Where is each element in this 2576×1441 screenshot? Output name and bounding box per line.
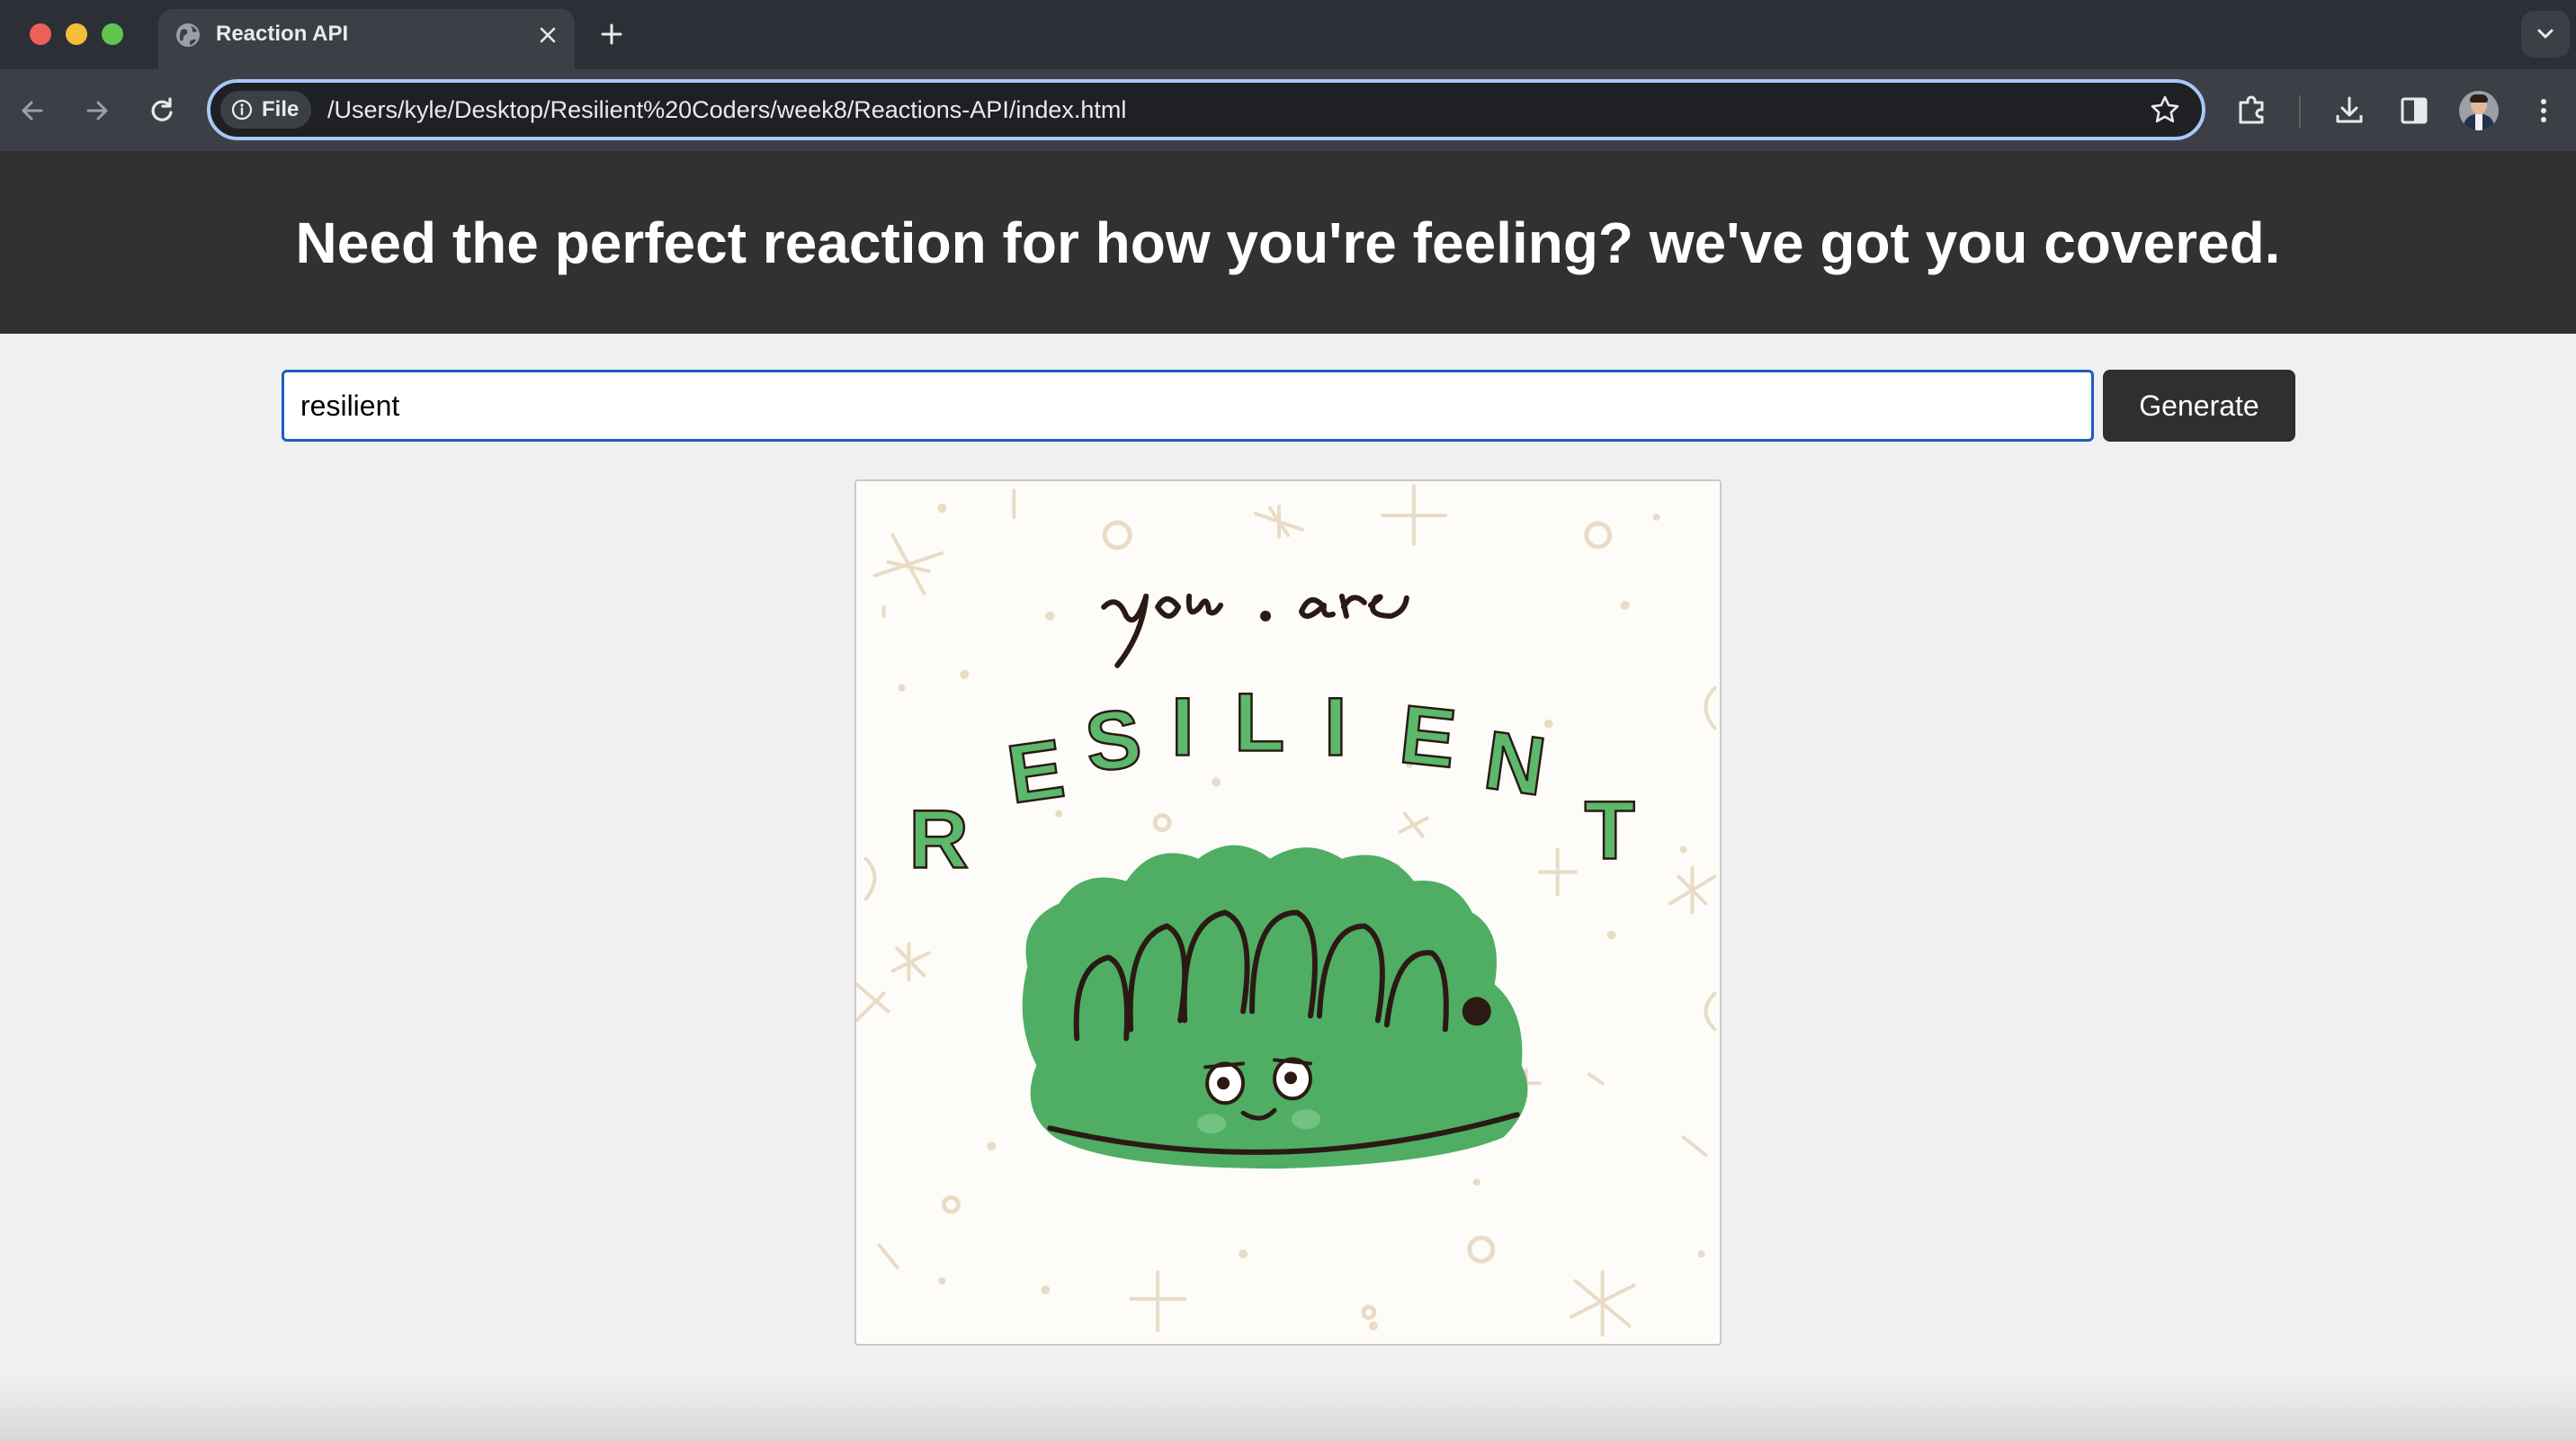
generate-button[interactable]: Generate <box>2103 370 2295 442</box>
url-text[interactable]: /Users/kyle/Desktop/Resilient%20Coders/w… <box>327 83 1126 137</box>
browser-tab-strip: Reaction API <box>0 0 2576 69</box>
svg-text:E: E <box>1396 688 1461 785</box>
address-bar[interactable]: File /Users/kyle/Desktop/Resilient%20Cod… <box>207 79 2205 140</box>
svg-text:T: T <box>1585 785 1635 877</box>
bookmark-star-icon[interactable] <box>2149 94 2181 126</box>
side-panel-icon[interactable] <box>2394 91 2434 130</box>
chevron-down-icon <box>2537 29 2554 39</box>
browser-toolbar: File /Users/kyle/Desktop/Resilient%20Cod… <box>0 69 2576 153</box>
page-header: Need the perfect reaction for how you're… <box>0 153 2576 334</box>
svg-text:R: R <box>908 794 968 886</box>
reaction-image: R E S I L I E N T <box>854 479 1722 1346</box>
back-arrow-icon[interactable] <box>14 93 50 129</box>
extensions-puzzle-icon[interactable] <box>2232 91 2272 130</box>
more-menu-icon[interactable] <box>2524 91 2563 130</box>
forward-arrow-icon[interactable] <box>79 93 115 129</box>
info-icon <box>231 99 253 121</box>
close-window-button[interactable] <box>30 23 51 45</box>
svg-text:I: I <box>1324 682 1347 774</box>
svg-text:I: I <box>1171 682 1194 774</box>
reload-icon[interactable] <box>144 93 180 129</box>
profile-avatar[interactable] <box>2459 91 2499 130</box>
search-input[interactable] <box>282 370 2094 442</box>
site-info-chip[interactable]: File <box>220 91 311 129</box>
download-icon[interactable] <box>2330 91 2369 130</box>
tab-search-button[interactable] <box>2521 11 2570 58</box>
new-tab-plus-icon[interactable] <box>597 20 626 49</box>
site-info-label: File <box>262 97 300 121</box>
globe-icon <box>176 23 200 47</box>
minimize-window-button[interactable] <box>66 23 87 45</box>
close-tab-icon[interactable] <box>535 22 560 48</box>
svg-text:N: N <box>1479 714 1551 813</box>
svg-text:L: L <box>1234 677 1284 769</box>
window-bottom-shadow <box>0 1376 2576 1441</box>
page-title: Need the perfect reaction for how you're… <box>295 210 2281 275</box>
svg-text:S: S <box>1081 693 1146 790</box>
browser-tab-active[interactable]: Reaction API <box>158 9 575 69</box>
maximize-window-button[interactable] <box>102 23 123 45</box>
tab-title: Reaction API <box>216 22 349 46</box>
resilient-illustration: R E S I L I E N T <box>856 483 1717 1338</box>
svg-text:E: E <box>1002 722 1069 821</box>
toolbar-divider <box>2299 95 2301 128</box>
